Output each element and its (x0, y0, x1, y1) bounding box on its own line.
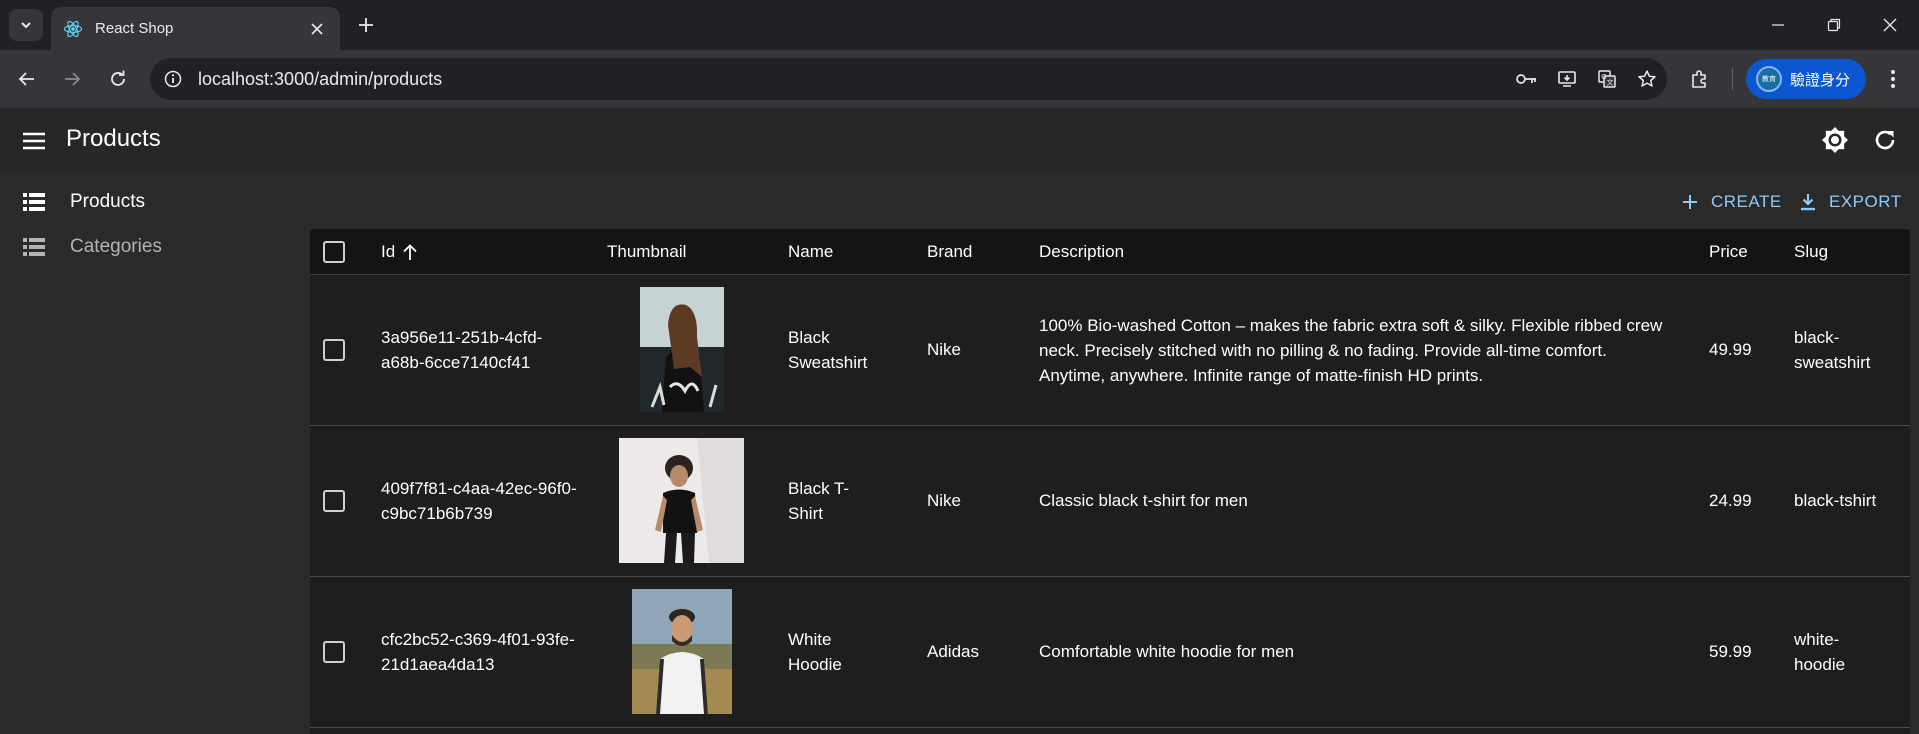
bookmark-star-icon[interactable] (1627, 59, 1667, 99)
react-logo-icon (63, 19, 83, 39)
restore-icon (1827, 18, 1841, 32)
theme-toggle-button[interactable] (1818, 123, 1852, 157)
table-row[interactable]: 3a956e11-251b-4cfd-a68b-6cce7140cf41 Bla… (310, 275, 1910, 426)
hamburger-menu-icon (23, 132, 45, 150)
toolbar-divider (1732, 68, 1733, 90)
arrow-up-icon (403, 244, 417, 260)
refresh-button[interactable] (1868, 123, 1902, 157)
cell-id: 409f7f81-c4aa-42ec-96f0-c9bc71b6b739 (381, 479, 577, 523)
export-button[interactable]: EXPORT (1797, 187, 1902, 217)
products-table: Id Thumbnail Name Brand Description Pric… (310, 229, 1910, 734)
refresh-icon (1875, 130, 1895, 150)
cell-name: White Hoodie (788, 630, 842, 674)
restore-window-button[interactable] (1805, 0, 1863, 50)
new-tab-button[interactable] (352, 11, 380, 39)
table-row[interactable]: 409f7f81-c4aa-42ec-96f0-c9bc71b6b739 Bla… (310, 426, 1910, 577)
page-title: Products (66, 125, 161, 152)
cell-brand: Nike (927, 491, 962, 510)
more-vert-icon (1891, 70, 1895, 88)
cell-id: 3a956e11-251b-4cfd-a68b-6cce7140cf41 (381, 328, 543, 372)
cell-slug: black-tshirt (1794, 491, 1877, 510)
app-bar: Products (0, 108, 1919, 171)
cell-price: 59.99 (1709, 642, 1752, 661)
sidebar-item-products[interactable]: Products (0, 180, 310, 224)
cell-name: Black Sweatshirt (788, 328, 868, 372)
column-header-thumbnail[interactable]: Thumbnail (607, 229, 686, 275)
cell-name: Black T-Shirt (788, 479, 850, 523)
sidebar-item-label: Categories (70, 236, 162, 257)
back-button[interactable] (11, 63, 43, 95)
export-button-label: EXPORT (1829, 192, 1902, 211)
cell-price: 24.99 (1709, 491, 1752, 510)
brightness-icon (1822, 127, 1848, 153)
arrow-right-icon (65, 72, 81, 86)
column-header-slug[interactable]: Slug (1794, 229, 1828, 275)
cell-slug: black-sweatshirt (1794, 328, 1871, 372)
cell-slug: white-hoodie (1794, 630, 1846, 674)
key-icon[interactable] (1507, 59, 1547, 99)
table-header: Id Thumbnail Name Brand Description Pric… (310, 229, 1910, 275)
profile-label: 驗證身分 (1790, 71, 1851, 89)
forward-button[interactable] (56, 63, 88, 95)
thumbnail-image (632, 589, 732, 714)
column-header-description[interactable]: Description (1039, 229, 1124, 275)
list-icon (22, 235, 46, 259)
row-checkbox[interactable] (323, 490, 345, 512)
plus-icon (359, 18, 373, 32)
minimize-icon (1772, 24, 1784, 26)
list-icon (22, 190, 46, 214)
create-button[interactable]: CREATE (1679, 187, 1782, 217)
row-checkbox[interactable] (323, 641, 345, 663)
browser-menu-button[interactable] (1876, 63, 1910, 95)
column-header-price[interactable]: Price (1709, 229, 1748, 275)
translate-icon[interactable]: G文 (1587, 59, 1627, 99)
close-icon (1883, 18, 1897, 32)
address-bar[interactable]: localhost:3000/admin/products G文 (150, 58, 1667, 100)
plus-icon (1679, 191, 1701, 213)
row-checkbox[interactable] (323, 339, 345, 361)
cell-brand: Adidas (927, 642, 979, 661)
extensions-button[interactable] (1682, 63, 1716, 95)
sidebar-item-label: Products (70, 191, 145, 212)
column-header-id[interactable]: Id (381, 229, 418, 275)
thumbnail-image (640, 287, 724, 412)
cell-price: 49.99 (1709, 340, 1752, 359)
table-row[interactable]: cfc2bc52-c369-4f01-93fe-21d1aea4da13 Whi… (310, 577, 1910, 728)
select-all-checkbox[interactable] (323, 241, 345, 263)
cell-description: Classic black t-shirt for men (1039, 491, 1248, 510)
reload-button[interactable] (102, 63, 134, 95)
arrow-left-icon (18, 72, 34, 86)
column-header-name[interactable]: Name (788, 229, 833, 275)
svg-text:文: 文 (1607, 78, 1614, 87)
url-text: localhost:3000/admin/products (198, 68, 443, 89)
avatar: 教育 (1756, 66, 1782, 92)
cell-description: Comfortable white hoodie for men (1039, 642, 1295, 661)
column-header-brand[interactable]: Brand (927, 229, 972, 275)
puzzle-icon (1692, 70, 1706, 88)
browser-tabstrip: React Shop (0, 0, 1919, 50)
menu-toggle-button[interactable] (18, 125, 50, 157)
thumbnail-image (619, 438, 744, 563)
close-window-button[interactable] (1861, 0, 1919, 50)
profile-button[interactable]: 教育 驗證身分 (1746, 59, 1866, 99)
install-app-icon[interactable] (1547, 59, 1587, 99)
minimize-window-button[interactable] (1749, 0, 1807, 50)
download-icon (1797, 191, 1819, 213)
browser-tab[interactable]: React Shop (51, 7, 340, 50)
close-tab-icon[interactable] (306, 18, 328, 40)
cell-brand: Nike (927, 340, 962, 359)
chevron-down-icon (21, 22, 31, 29)
reload-icon (111, 70, 125, 86)
sidebar: Products Categories (0, 171, 310, 734)
sidebar-item-categories[interactable]: Categories (0, 225, 310, 269)
cell-description: 100% Bio-washed Cotton – makes the fabri… (1039, 316, 1663, 385)
tab-search-button[interactable] (9, 9, 43, 41)
create-button-label: CREATE (1711, 192, 1782, 211)
site-info-icon[interactable] (160, 66, 186, 92)
tab-title: React Shop (95, 20, 174, 37)
cell-id: cfc2bc52-c369-4f01-93fe-21d1aea4da13 (381, 630, 575, 674)
